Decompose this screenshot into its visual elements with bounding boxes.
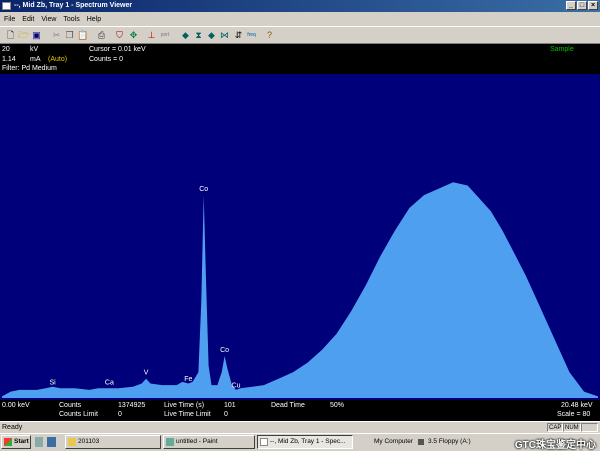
menu-help[interactable]: Help [87, 16, 101, 23]
start-label: Start [14, 438, 29, 445]
taskbar-item-label: 201103 [78, 438, 100, 445]
quicklaunch-ie-icon[interactable] [47, 437, 56, 447]
status-bar: Ready CAP NUM [0, 421, 600, 433]
live-time-value: 101 [224, 402, 236, 409]
tray-floppy[interactable]: 3.5 Floppy (A:) [428, 435, 471, 449]
auto-scale-icon[interactable]: ⇵ [233, 30, 244, 41]
peak-label-ca-1: Ca [105, 379, 114, 386]
taskbar-item-label: --, Mid Zb, Tray 1 - Spec... [270, 438, 346, 445]
maximize-button[interactable]: □ [577, 1, 587, 10]
menu-file[interactable]: File [4, 16, 15, 23]
peak-label-fe-3: Fe [184, 376, 192, 383]
title-bar: --, Mid Zb, Tray 1 - Spectrum Viewer _ □… [0, 0, 600, 12]
print-icon[interactable]: ⎙ [96, 30, 107, 41]
taskbar-item-label: untitled - Paint [176, 438, 218, 445]
paint-icon [166, 438, 174, 446]
copy-icon[interactable]: ❐ [64, 30, 75, 41]
minimize-button[interactable]: _ [566, 1, 576, 10]
ma-value: 1.14 [2, 56, 16, 63]
scale-readout: Scale = 80 [557, 411, 591, 418]
live-time-limit-label: Live Time Limit [164, 411, 211, 418]
zoom-in-icon[interactable]: ◆ [180, 30, 191, 41]
spectrum-app-icon [260, 438, 268, 446]
peak-label-si-0: Si [49, 379, 56, 386]
start-button[interactable]: Start [1, 435, 31, 449]
dead-time-label: Dead Time [271, 402, 305, 409]
peak-label-cu-6: Cu [232, 383, 241, 390]
scroll-indicator [581, 423, 598, 432]
window-title: --, Mid Zb, Tray 1 - Spectrum Viewer [14, 2, 133, 9]
counts-readout: Counts = 0 [89, 56, 124, 63]
zoom-out-icon[interactable]: ◆ [206, 30, 217, 41]
live-time-limit-value: 0 [224, 411, 228, 418]
counts-limit-label: Counts Limit [59, 411, 98, 418]
end-kev: 20.48 keV [561, 402, 593, 409]
caps-indicator: CAP [547, 423, 564, 432]
app-icon [2, 2, 11, 10]
toolbar: 🗋 🗁 ▣ ✂ ❐ 📋 ⎙ ⛉ ✥ ⊥ port ◆ ⧗ ◆ ⋈ ⇵ freq … [0, 26, 600, 44]
num-indicator: NUM [563, 423, 581, 432]
menu-view[interactable]: View [41, 16, 56, 23]
watermark-text: GTC珠宝鉴定中心 [514, 440, 596, 451]
peak-label-co-4: Co [199, 186, 208, 193]
open-icon[interactable]: 🗁 [18, 30, 29, 41]
kv-unit: kV [30, 46, 39, 53]
counts-limit-value: 0 [118, 411, 122, 418]
freq-button[interactable]: freq [245, 30, 258, 41]
menu-edit[interactable]: Edit [22, 16, 34, 23]
paste-icon[interactable]: 📋 [77, 30, 88, 41]
shield-icon[interactable]: ⛉ [114, 30, 125, 41]
kv-value: 20 [2, 46, 10, 53]
spectrum-area [2, 182, 598, 398]
help-icon[interactable]: ? [264, 30, 275, 41]
spectrum-plot[interactable]: Si Ca V Fe Co Co Cu [0, 74, 600, 400]
zoom-horizontal-icon[interactable]: ⋈ [219, 30, 230, 41]
menu-tools[interactable]: Tools [63, 16, 79, 23]
filter-label: Filter: Pd Medium [2, 65, 57, 72]
info-panel: 20 kV 1.14 mA (Auto) Filter: Pd Medium C… [0, 44, 600, 74]
save-icon[interactable]: ▣ [31, 30, 42, 41]
taskbar-item-folder[interactable]: 201103 [65, 435, 161, 449]
quicklaunch-icon[interactable] [35, 437, 43, 447]
status-text: Ready [2, 424, 23, 431]
ma-unit: mA [30, 56, 41, 63]
peak-marker-icon[interactable]: ⊥ [146, 30, 157, 41]
close-button[interactable]: × [588, 1, 598, 10]
floppy-icon [418, 439, 424, 445]
dead-time-value: 50% [330, 402, 345, 409]
zoom-vertical-icon[interactable]: ⧗ [193, 30, 204, 41]
taskbar: Start 201103 untitled - Paint --, Mid Zb… [0, 433, 600, 450]
port-button[interactable]: port [158, 30, 172, 41]
taskbar-item-paint[interactable]: untitled - Paint [163, 435, 255, 449]
cursor-readout: Cursor = 0.01 keV [89, 46, 146, 53]
start-kev: 0.00 keV [2, 402, 30, 409]
spectrum-svg: Si Ca V Fe Co Co Cu [2, 182, 598, 398]
folder-icon [68, 438, 76, 446]
cut-icon[interactable]: ✂ [51, 30, 62, 41]
peak-label-co-5: Co [220, 347, 229, 354]
acquisition-panel: 0.00 keV Counts 1374925 Counts Limit 0 L… [0, 400, 600, 421]
menu-bar: File Edit View Tools Help [0, 12, 600, 26]
peak-label-v-2: V [144, 370, 149, 377]
ma-mode: (Auto) [48, 56, 68, 63]
taskbar-item-spectrum[interactable]: --, Mid Zb, Tray 1 - Spec... [257, 435, 353, 449]
sample-label: Sample [550, 46, 574, 53]
live-time-label: Live Time (s) [164, 402, 205, 409]
counts-value: 1374925 [118, 402, 146, 409]
counts-label: Counts [59, 402, 82, 409]
new-icon[interactable]: 🗋 [5, 30, 16, 41]
move-icon[interactable]: ✥ [128, 30, 139, 41]
tray-my-computer[interactable]: My Computer [374, 435, 413, 449]
windows-logo-icon [4, 438, 12, 446]
